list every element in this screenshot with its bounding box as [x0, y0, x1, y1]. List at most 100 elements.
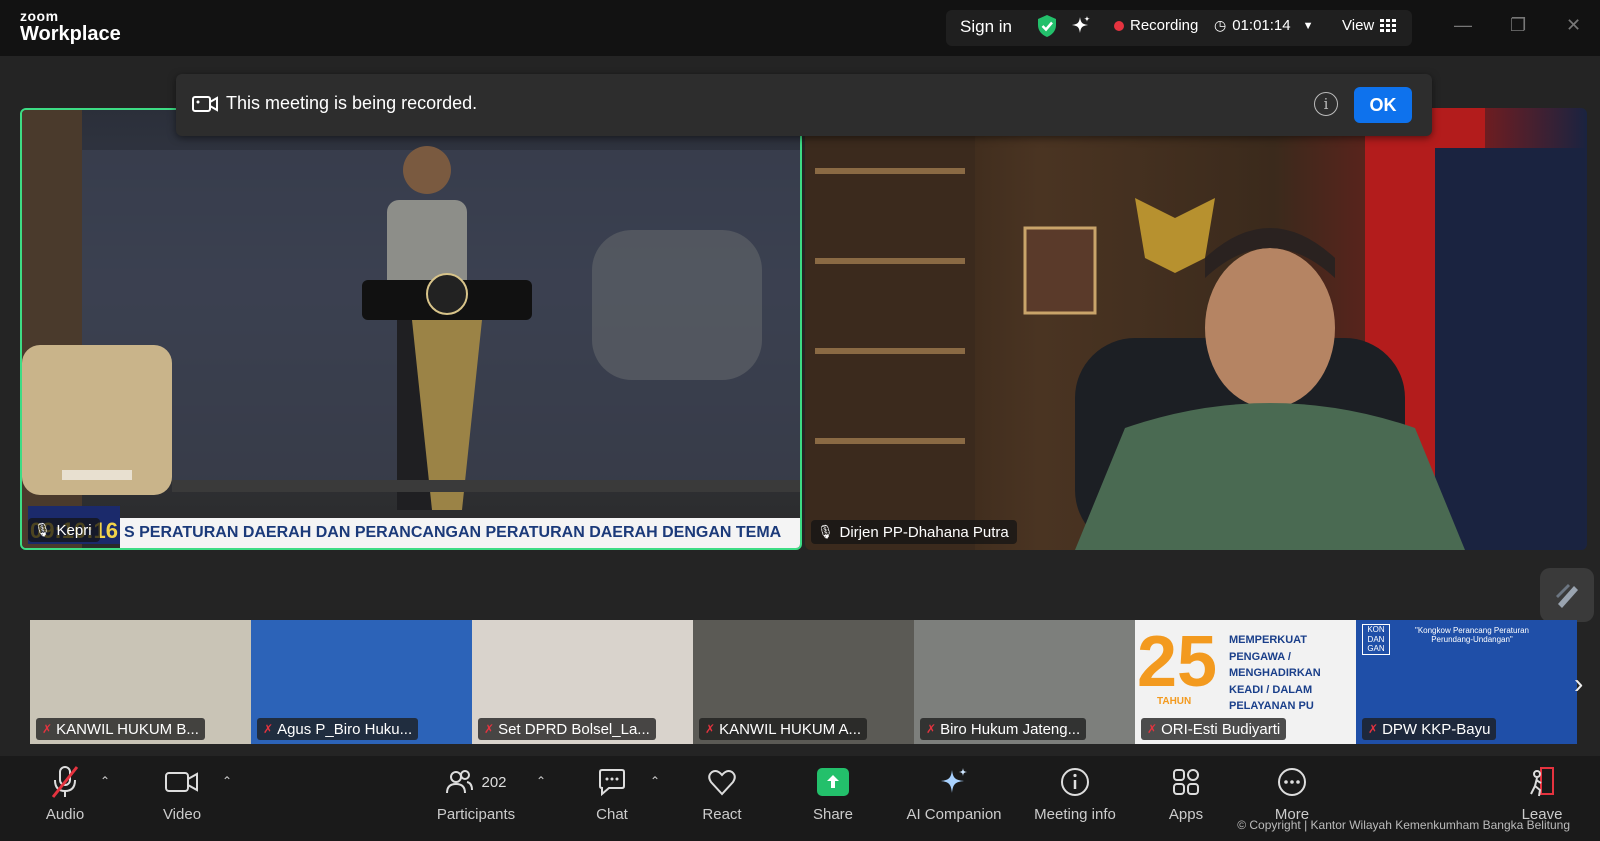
office-scene — [805, 108, 1585, 550]
ai-companion-icon — [941, 768, 967, 793]
chat-label: Chat — [596, 806, 628, 823]
audio-button[interactable]: Audio — [10, 764, 120, 823]
share-arrow-icon — [817, 768, 849, 796]
participant-thumbnail[interactable]: KON DAN GAN "Kongkow Perancang Peraturan … — [1356, 620, 1577, 744]
ai-companion-button[interactable]: AI Companion — [899, 764, 1009, 823]
mic-muted-icon: 🎙 — [817, 524, 834, 539]
encryption-shield-icon[interactable] — [1036, 14, 1058, 38]
participant-thumbnail[interactable]: 25 TAHUN MEMPERKUAT PENGAWA / MENGHADIRKAN… — [1135, 620, 1356, 744]
recording-indicator[interactable]: Recording — [1114, 17, 1198, 34]
brand-large: Workplace — [20, 23, 121, 45]
participant-name: KANWIL HUKUM B... — [56, 720, 199, 738]
view-label: View — [1342, 17, 1375, 34]
mic-muted-icon: ✗ — [705, 722, 716, 736]
speaker-scene — [22, 110, 800, 548]
thumbnail-caption: TAHUN — [1157, 696, 1192, 707]
participants-icon — [446, 770, 474, 794]
meeting-timer[interactable]: ◷ 01:01:14 ▼ — [1214, 17, 1314, 34]
participant-name: ORI-Esti Budiyarti — [1161, 720, 1281, 738]
video-label: Video — [162, 806, 202, 823]
video-tile-participant[interactable]: 🎙 Dirjen PP-Dhahana Putra — [805, 108, 1587, 550]
share-button[interactable]: Share — [778, 764, 888, 823]
participant-name-tag: ✗ Set DPRD Bolsel_La... — [478, 718, 656, 740]
minimize-button[interactable]: — — [1454, 15, 1472, 36]
info-circle-icon — [1061, 768, 1089, 796]
leave-door-icon — [1530, 767, 1554, 797]
meeting-info-button[interactable]: Meeting info — [1020, 764, 1130, 823]
participant-thumbnail[interactable]: ✗ Agus P_Biro Huku... — [251, 620, 472, 744]
recording-dot-icon — [1114, 20, 1124, 31]
chevron-right-icon[interactable]: › — [1574, 668, 1583, 700]
clock-icon: ◷ — [1214, 17, 1227, 33]
video-options-caret[interactable]: ⌃ — [222, 774, 232, 788]
react-button[interactable]: React — [667, 764, 777, 823]
apps-button[interactable]: Apps — [1131, 764, 1241, 823]
participant-name: Biro Hukum Jateng... — [940, 720, 1081, 738]
apps-icon — [1173, 769, 1199, 795]
thumbnail-overlay-text: "Kongkow Perancang Peraturan Perundang-U… — [1414, 626, 1530, 644]
chat-button[interactable]: Chat — [557, 764, 667, 823]
video-tile-active-speaker[interactable]: S PERATURAN DAERAH DAN PERANCANGAN PERAT… — [20, 108, 802, 550]
mic-muted-icon: ✗ — [42, 722, 53, 736]
video-button[interactable]: Video — [127, 764, 237, 823]
participants-options-caret[interactable]: ⌃ — [536, 774, 546, 788]
participant-thumbnail-strip: ✗ KANWIL HUKUM B... ✗ Agus P_Biro Huku... ✗ S… — [30, 620, 1578, 744]
copyright-watermark: © Copyright | Kantor Wilayah Kemenkumham… — [1237, 818, 1570, 832]
zoom-logo: zoom Workplace — [20, 9, 121, 44]
ai-sparkle-icon[interactable] — [1070, 15, 1092, 37]
participant-name-tag: ✗ DPW KKP-Bayu — [1362, 718, 1497, 740]
chevron-down-icon: ▼ — [1302, 19, 1314, 32]
mic-muted-icon: ✗ — [926, 722, 937, 736]
whiteboard-float-button[interactable] — [1540, 568, 1594, 622]
participant-thumbnail[interactable]: ✗ KANWIL HUKUM A... — [693, 620, 914, 744]
news-ticker: S PERATURAN DAERAH DAN PERANCANGAN PERAT… — [120, 518, 800, 548]
audio-label: Audio — [45, 806, 85, 823]
mic-muted-icon: ✗ — [484, 722, 495, 736]
participant-name-tag: ✗ ORI-Esti Budiyarti — [1141, 718, 1287, 740]
participant-name: Set DPRD Bolsel_La... — [498, 720, 650, 738]
participant-name: Agus P_Biro Huku... — [277, 720, 413, 738]
recording-notice-banner: This meeting is being recorded. i OK — [176, 74, 1432, 136]
participant-name-tag: 🎙 Kepri — [28, 518, 100, 542]
video-camera-icon — [165, 772, 198, 792]
leave-button[interactable]: Leave — [1492, 764, 1592, 823]
participant-name-tag: ✗ Biro Hukum Jateng... — [920, 718, 1087, 740]
recording-notice-text: This meeting is being recorded. — [226, 93, 478, 113]
participant-thumbnail[interactable]: ✗ Set DPRD Bolsel_La... — [472, 620, 693, 744]
mic-muted-icon: ✗ — [1147, 722, 1158, 736]
react-label: React — [702, 806, 742, 823]
sign-in-label: Sign in — [960, 17, 1012, 36]
share-label: Share — [812, 806, 854, 823]
participants-label: Participants — [436, 806, 516, 823]
participant-name-tag: 🎙 Dirjen PP-Dhahana Putra — [811, 520, 1017, 544]
participant-name: Dirjen PP-Dhahana Putra — [839, 523, 1009, 541]
heart-icon — [708, 770, 736, 796]
chat-options-caret[interactable]: ⌃ — [650, 774, 660, 788]
mic-muted-icon: ✗ — [263, 722, 274, 736]
participant-thumbnail[interactable]: ✗ Biro Hukum Jateng... — [914, 620, 1135, 744]
participant-name-tag: ✗ KANWIL HUKUM B... — [36, 718, 205, 740]
sign-in-button[interactable]: Sign in — [960, 17, 1012, 37]
participants-button[interactable]: 202 Participants — [421, 764, 531, 823]
participant-thumbnail[interactable]: ✗ KANWIL HUKUM B... — [30, 620, 251, 744]
participants-count: 202 — [481, 773, 507, 791]
mic-muted-icon: ✗ — [1368, 722, 1379, 736]
grid-icon — [1380, 18, 1397, 32]
ai-companion-label: AI Companion — [906, 806, 1002, 823]
audio-options-caret[interactable]: ⌃ — [100, 774, 110, 788]
chat-icon — [599, 769, 625, 796]
participant-name-tag: ✗ KANWIL HUKUM A... — [699, 718, 868, 740]
brand-small: zoom — [20, 8, 59, 24]
recording-label: Recording — [1130, 17, 1199, 34]
more-dots-icon — [1278, 768, 1306, 796]
apps-label: Apps — [1168, 806, 1204, 823]
restore-button[interactable]: ❐ — [1510, 15, 1526, 36]
ok-button[interactable]: OK — [1354, 87, 1412, 123]
view-button[interactable]: View — [1342, 17, 1397, 34]
close-button[interactable]: ✕ — [1566, 15, 1581, 36]
meeting-info-label: Meeting info — [1034, 806, 1116, 823]
participant-name-tag: ✗ Agus P_Biro Huku... — [257, 718, 419, 740]
more-button[interactable]: More — [1237, 764, 1347, 823]
pen-icon — [1556, 584, 1578, 608]
info-icon[interactable]: i — [1314, 92, 1338, 116]
